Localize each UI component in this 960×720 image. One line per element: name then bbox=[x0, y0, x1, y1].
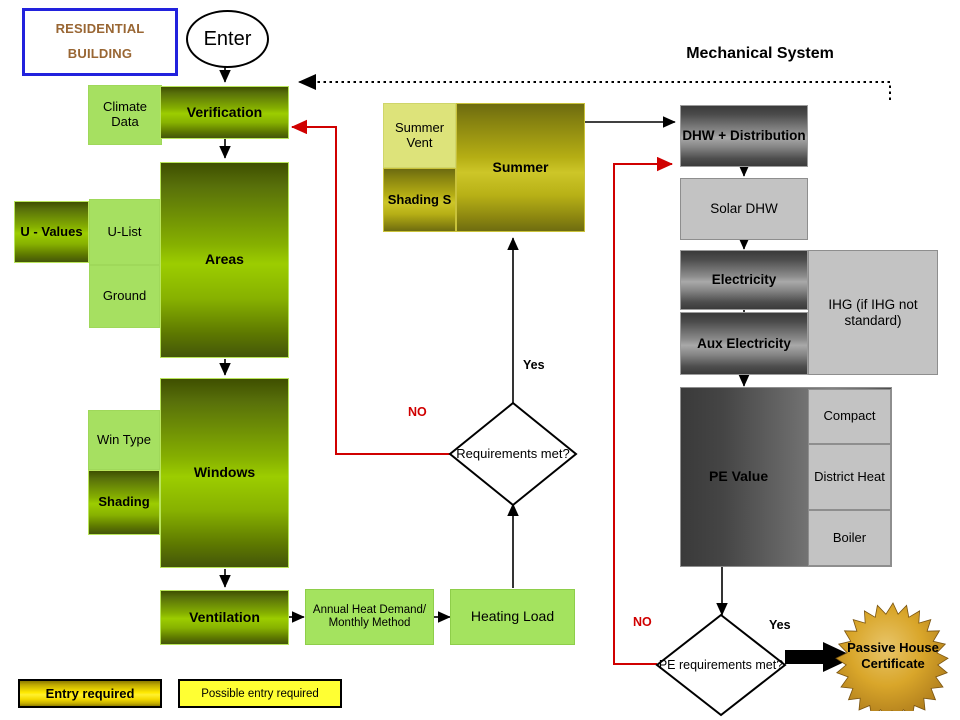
edge-pe-no-to-dhw bbox=[613, 156, 673, 665]
node-areas[interactable]: Areas bbox=[160, 162, 289, 358]
electricity-label: Electricity bbox=[711, 272, 777, 288]
climate-data-label: Climate Data bbox=[102, 99, 148, 129]
node-heating-load[interactable]: Heating Load bbox=[450, 589, 575, 645]
edge-mechanical-feedback-dotted bbox=[298, 74, 891, 100]
node-aux-electricity[interactable]: Aux Electricity bbox=[680, 312, 808, 375]
compact-label: Compact bbox=[823, 408, 876, 424]
node-dhw-distribution[interactable]: DHW + Distribution bbox=[680, 105, 808, 167]
ground-label: Ground bbox=[102, 288, 147, 304]
edge-label-no-lower: NO bbox=[633, 615, 652, 629]
node-district-heat[interactable]: District Heat bbox=[808, 444, 891, 510]
shading-label: Shading bbox=[98, 494, 150, 510]
heating-load-label: Heating Load bbox=[470, 608, 555, 625]
node-verification[interactable]: Verification bbox=[160, 86, 289, 139]
node-windows[interactable]: Windows bbox=[160, 378, 289, 568]
legend-possible-entry-required-label: Possible entry required bbox=[201, 687, 319, 700]
node-annual-heat-demand[interactable]: Annual Heat Demand/ Monthly Method bbox=[305, 589, 434, 645]
verification-label: Verification bbox=[186, 103, 263, 120]
windows-label: Windows bbox=[193, 464, 256, 481]
legend-entry-required-label: Entry required bbox=[45, 686, 135, 701]
node-pe-requirements-met[interactable]: PE requirements met? bbox=[655, 613, 787, 717]
solar-dhw-label: Solar DHW bbox=[710, 201, 778, 217]
flowchart-canvas: RESIDENTIAL BUILDING Mechanical System E… bbox=[0, 0, 960, 720]
title-line-2: BUILDING bbox=[67, 46, 133, 61]
certificate-label: Passive House Certificate bbox=[847, 640, 939, 671]
u-values-label: U - Values bbox=[20, 223, 83, 239]
node-u-list[interactable]: U-List bbox=[89, 199, 160, 265]
mechanical-system-title: Mechanical System bbox=[686, 45, 834, 62]
residential-building-title: RESIDENTIAL BUILDING bbox=[22, 8, 178, 76]
edge-label-yes-lower: Yes bbox=[769, 618, 791, 632]
u-list-label: U-List bbox=[107, 223, 142, 239]
enter-node[interactable]: Enter bbox=[186, 10, 269, 68]
ventilation-label: Ventilation bbox=[189, 608, 260, 625]
aux-electricity-label: Aux Electricity bbox=[697, 335, 791, 351]
shading-s-label: Shading S bbox=[387, 191, 452, 207]
annual-heat-demand-label: Annual Heat Demand/ Monthly Method bbox=[312, 604, 427, 629]
areas-label: Areas bbox=[205, 251, 244, 268]
node-electricity[interactable]: Electricity bbox=[680, 250, 808, 310]
dhw-distribution-label: DHW + Distribution bbox=[682, 128, 806, 144]
boiler-label: Boiler bbox=[832, 529, 867, 545]
node-solar-dhw[interactable]: Solar DHW bbox=[680, 178, 808, 240]
enter-label: Enter bbox=[203, 27, 252, 50]
node-boiler[interactable]: Boiler bbox=[808, 510, 891, 566]
node-win-type[interactable]: Win Type bbox=[88, 410, 160, 470]
edge-label-no-upper: NO bbox=[408, 405, 427, 419]
node-summer-vent[interactable]: Summer Vent bbox=[383, 103, 456, 168]
district-heat-label: District Heat bbox=[814, 468, 885, 484]
node-climate-data[interactable]: Climate Data bbox=[88, 85, 162, 145]
win-type-label: Win Type bbox=[97, 431, 151, 447]
node-compact[interactable]: Compact bbox=[808, 389, 891, 444]
requirements-met-label: Requirements met? bbox=[456, 445, 570, 461]
node-requirements-met[interactable]: Requirements met? bbox=[448, 401, 578, 507]
node-ihg[interactable]: IHG (if IHG not standard) bbox=[808, 250, 938, 375]
node-ground[interactable]: Ground bbox=[89, 265, 160, 328]
node-summer[interactable]: Summer bbox=[456, 103, 585, 232]
legend-entry-required: Entry required bbox=[18, 679, 162, 708]
pe-requirements-met-label: PE requirements met? bbox=[658, 657, 784, 672]
summer-vent-label: Summer Vent bbox=[394, 119, 445, 150]
edge-label-yes-upper: Yes bbox=[523, 358, 545, 372]
node-ventilation[interactable]: Ventilation bbox=[160, 590, 289, 645]
title-line-1: RESIDENTIAL bbox=[55, 21, 145, 37]
pe-value-label: PE Value bbox=[709, 468, 769, 485]
summer-label: Summer bbox=[492, 158, 549, 175]
node-shading[interactable]: Shading bbox=[88, 470, 160, 535]
node-u-values[interactable]: U - Values bbox=[14, 201, 89, 263]
ihg-label: IHG (if IHG not standard) bbox=[828, 297, 918, 328]
node-shading-s[interactable]: Shading S bbox=[383, 168, 456, 232]
legend-possible-entry-required: Possible entry required bbox=[178, 679, 342, 708]
node-passive-house-certificate[interactable]: Passive House Certificate bbox=[833, 601, 953, 711]
